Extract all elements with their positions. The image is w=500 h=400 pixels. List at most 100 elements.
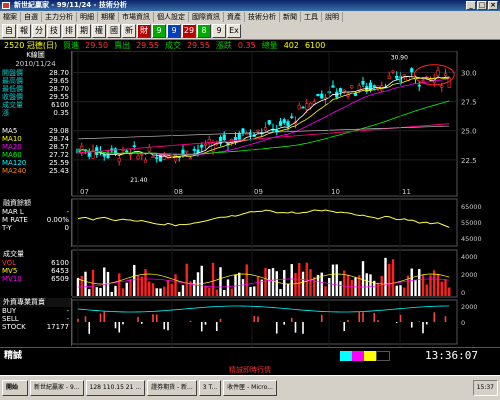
menu-item-12[interactable]: 說明 — [322, 11, 343, 22]
menu-item-3[interactable]: 明細 — [77, 11, 98, 22]
buy-price: 29.50 — [85, 41, 109, 50]
volume-tick-label: 0 — [461, 289, 465, 297]
toolbar-button-15[interactable]: Ex — [227, 23, 241, 38]
vol-row: MV5 6453 — [0, 267, 71, 275]
volume-bar — [181, 285, 185, 296]
taskbar-item-1[interactable]: 新世紀贏家 - 9... — [30, 380, 84, 396]
volume-bar — [301, 271, 305, 296]
margin-tick-label: 65000 — [461, 203, 482, 211]
volume-bar — [339, 281, 342, 296]
toolbar-button-0[interactable]: 自 — [2, 23, 16, 38]
volume-bar — [369, 274, 372, 296]
candle-body — [102, 153, 106, 157]
volume-bar — [204, 285, 207, 296]
volume-bar — [286, 283, 290, 296]
candle-body — [143, 159, 148, 163]
toolbar-button-1[interactable]: 報 — [17, 23, 31, 38]
menu-item-9[interactable]: 技術分析 — [245, 11, 280, 22]
info-key: 開盤價 — [2, 69, 23, 77]
taskbar-item-3[interactable]: 證券期貨 - 新... — [147, 380, 197, 396]
menu-item-5[interactable]: 市場資訊 — [119, 11, 154, 22]
foreign-net-bar — [358, 311, 361, 322]
ma-row: MA120 25.59 — [0, 159, 71, 167]
volume-bar — [388, 263, 391, 296]
volume-bar — [399, 285, 402, 296]
info-row: 成交量 6100 — [0, 101, 71, 109]
minimize-button[interactable]: _ — [466, 1, 476, 10]
toolbar-button-6[interactable]: 權 — [92, 23, 106, 38]
menu-item-0[interactable]: 檔案 — [0, 11, 21, 22]
foreign-net-bar — [114, 322, 117, 329]
ma-value: 29.08 — [48, 127, 69, 135]
menu-item-11[interactable]: 工具 — [301, 11, 322, 22]
color-legend-bar — [340, 351, 390, 361]
foreign-net-bar — [118, 322, 121, 333]
candle-body — [185, 150, 189, 153]
toolbar-button-7[interactable]: 國 — [107, 23, 121, 38]
foreign-net-bar — [200, 322, 203, 332]
volume-bar — [95, 287, 98, 296]
technical-chart[interactable]: 30.0 27.5 25.0 22.5 30.90 21.40 07 08 09 10 11 6500… — [72, 51, 500, 347]
maximize-button[interactable]: □ — [477, 1, 487, 10]
ma-row: MA10 28.74 — [0, 135, 71, 143]
candle-body — [241, 128, 245, 134]
menu-item-6[interactable]: 個人設定 — [154, 11, 189, 22]
quote-bar: 2520 冠德(日) 買進 29.50 賣出 29.55 成交 29.55 漲跌… — [0, 41, 500, 51]
volume-bar — [193, 279, 196, 296]
toolbar-button-8[interactable]: 新 — [122, 23, 136, 38]
toolbar-button-9[interactable]: 財 — [137, 23, 151, 38]
info-value: 29.65 — [48, 77, 69, 85]
taskbar-item-4[interactable]: 3 T... — [198, 380, 222, 396]
taskbar-item-5[interactable]: 收件匣 - Micro... — [223, 380, 277, 396]
toolbar-button-4[interactable]: 排 — [62, 23, 76, 38]
ma-line — [77, 76, 450, 157]
menu-item-10[interactable]: 新聞 — [280, 11, 301, 22]
close-button[interactable]: × — [488, 1, 498, 10]
tray-clock[interactable]: 15:37 — [472, 380, 498, 396]
candle-body — [282, 119, 286, 124]
volume-bar — [403, 287, 406, 296]
menu-item-2[interactable]: 主力分析 — [42, 11, 77, 22]
menu-item-1[interactable]: 自選 — [21, 11, 42, 22]
volume-bar — [148, 281, 151, 296]
price-tick-label: 30.0 — [461, 69, 477, 77]
toolbar-button-12[interactable]: 29 — [182, 23, 196, 38]
toolbar-button-5[interactable]: 期 — [77, 23, 91, 38]
ma-value: 25.43 — [48, 167, 69, 175]
foreign-net-bar — [377, 320, 379, 322]
volume-bar — [380, 275, 383, 296]
candle-body — [290, 116, 294, 119]
volume-bar — [136, 275, 140, 296]
start-button[interactable]: 開始 — [2, 380, 28, 396]
margin-header: 融資餘額 — [0, 199, 71, 208]
menu-item-4[interactable]: 期權 — [98, 11, 119, 22]
toolbar-button-10[interactable]: 9 — [152, 23, 166, 38]
info-value: 0.00% — [46, 216, 69, 224]
toolbar-button-3[interactable]: 技 — [47, 23, 61, 38]
candle-body — [140, 153, 144, 156]
menu-item-7[interactable]: 國際資訊 — [189, 11, 224, 22]
candle-body — [151, 156, 155, 158]
change-label: 漲跌 — [215, 41, 232, 50]
volume-bar — [159, 288, 162, 296]
volume-bar — [264, 267, 267, 296]
foreign-net-bar — [433, 312, 436, 322]
toolbar-button-13[interactable]: 8 — [197, 23, 211, 38]
volume-bar — [103, 267, 106, 296]
taskbar: 開始 新世紀贏家 - 9... 128 110.15 21 ... 證券期貨 - 新.… — [0, 375, 500, 400]
volume-bar — [346, 274, 350, 296]
volume-bar — [256, 276, 260, 296]
candle-body — [106, 154, 110, 158]
menu-item-8[interactable]: 資產 — [224, 11, 245, 22]
volume-bar — [421, 275, 425, 296]
taskbar-item-2[interactable]: 128 110.15 21 ... — [85, 380, 146, 396]
ma-key: MA120 — [2, 159, 27, 167]
volume-bar — [219, 267, 222, 296]
x-tick-label: 08 — [174, 188, 183, 196]
toolbar-button-14[interactable]: 9 — [212, 23, 226, 38]
toolbar-button-2[interactable]: 分 — [32, 23, 46, 38]
toolbar-button-11[interactable]: 9 — [167, 23, 181, 38]
ma-row: MA20 28.57 — [0, 143, 71, 151]
ma-key: MA20 — [2, 143, 22, 151]
foreign-net-bar — [283, 322, 286, 325]
